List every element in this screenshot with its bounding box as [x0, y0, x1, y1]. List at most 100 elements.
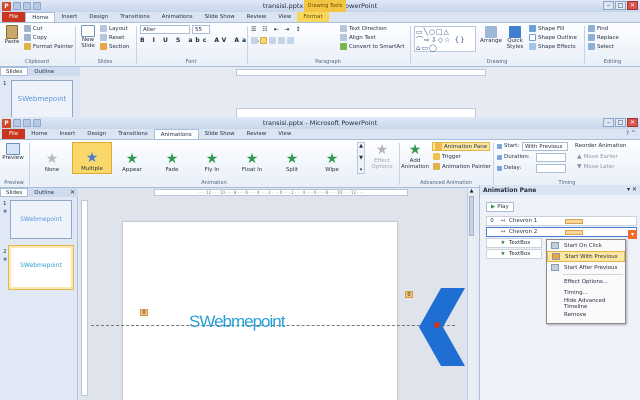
tab-file[interactable]: File — [2, 12, 26, 22]
menu-item-start-after-previous[interactable]: Start After Previous — [547, 262, 625, 273]
animation-pane-button[interactable]: Animation Pane — [432, 142, 491, 151]
effect-options-button[interactable]: ★ Effect Options — [368, 143, 396, 171]
quick-styles-button[interactable]: Quick Styles — [504, 26, 526, 50]
menu-item-hide-advanced-timeline[interactable]: Hide Advanced Timeline — [547, 298, 625, 310]
close-pane-icon[interactable]: ▾ ✕ — [627, 186, 637, 193]
columns-icon[interactable] — [287, 37, 294, 44]
font-name-select[interactable]: Aller — [140, 25, 190, 34]
copy-button[interactable]: Copy — [24, 34, 47, 41]
gallery-scroll[interactable]: ▲ ▼ ▾ — [357, 142, 365, 174]
maximize-icon[interactable]: □ — [615, 1, 626, 10]
animation-pane-item[interactable]: ↔ Chevron 2 — [486, 227, 637, 237]
new-slide-button[interactable]: New Slide — [78, 25, 98, 49]
item-dropdown-icon[interactable]: ▾ — [628, 230, 637, 239]
maximize-icon[interactable]: □ — [615, 118, 626, 127]
animation-option-float-in[interactable]: ★ Float In — [232, 142, 272, 174]
align-center-icon[interactable] — [260, 37, 267, 44]
tab-home[interactable]: Home — [25, 129, 53, 139]
tab-insert[interactable]: Insert — [53, 129, 81, 139]
move-earlier-button[interactable]: ▲ Move Earlier — [577, 153, 618, 160]
close-icon[interactable]: ✕ — [627, 118, 638, 127]
menu-item-start-with-previous[interactable]: Start With Previous — [547, 251, 625, 262]
animation-pane-item[interactable]: ★ TextBox — [486, 249, 542, 259]
tab-home[interactable]: Home — [25, 12, 56, 22]
menu-item-start-on-click[interactable]: Start On Click — [547, 240, 625, 251]
tab-review[interactable]: Review — [241, 12, 273, 22]
alignment-buttons[interactable] — [251, 37, 294, 44]
animation-pane-item[interactable]: 0 ↔ Chevron 1 — [486, 216, 637, 226]
font-format-buttons[interactable]: B I U S abc AV Aa A — [140, 37, 262, 44]
animation-option-appear[interactable]: ★ Appear — [112, 142, 152, 174]
align-text-button[interactable]: Align Text — [340, 34, 376, 41]
tab-slide-show[interactable]: Slide Show — [199, 12, 241, 22]
layout-button[interactable]: Layout — [100, 25, 128, 32]
tab-file[interactable]: File — [2, 129, 26, 139]
arrange-button[interactable]: Arrange — [480, 26, 502, 44]
tab-transitions[interactable]: Transitions — [114, 12, 155, 22]
tab-outline[interactable]: Outline — [29, 67, 59, 76]
tab-slides[interactable]: Slides — [0, 67, 29, 76]
tab-insert[interactable]: Insert — [55, 12, 83, 22]
animation-pane-item[interactable]: ★ TextBox — [486, 238, 542, 248]
select-button[interactable]: Select — [588, 43, 614, 50]
start-select[interactable]: With Previous — [522, 142, 568, 151]
chevron-shape[interactable] — [419, 288, 467, 366]
animation-option-fly-in[interactable]: ★ Fly In — [192, 142, 232, 174]
replace-button[interactable]: Replace — [588, 34, 619, 41]
slide-title-text[interactable]: SWebmepoint — [189, 312, 285, 332]
reset-button[interactable]: Reset — [100, 34, 124, 41]
animation-option-fade[interactable]: ★ Fade — [152, 142, 192, 174]
animation-option-split[interactable]: ★ Split — [272, 142, 312, 174]
shape-effects-button[interactable]: Shape Effects — [529, 43, 576, 50]
minimize-icon[interactable]: – — [603, 118, 614, 127]
delay-input[interactable] — [536, 164, 566, 173]
align-right-icon[interactable] — [269, 37, 276, 44]
slide-thumbnail-2-selected[interactable]: SWebmepoint — [8, 245, 74, 290]
animation-painter-button[interactable]: Animation Painter — [433, 163, 491, 170]
move-later-button[interactable]: ▼ Move Later — [577, 163, 614, 170]
align-left-icon[interactable] — [251, 37, 258, 44]
animation-tag[interactable]: 0 — [140, 309, 148, 316]
tab-design[interactable]: Design — [83, 12, 114, 22]
slide-thumbnail-1[interactable]: SWebmepoint — [10, 200, 72, 239]
tab-design[interactable]: Design — [81, 129, 112, 139]
shapes-gallery[interactable]: ▭╲○□△ ⌒⇨⇩◇☆ {}⌂▭◯ — [414, 26, 476, 52]
convert-smartart-button[interactable]: Convert to SmartArt — [340, 43, 405, 50]
format-painter-button[interactable]: Format Painter — [24, 43, 73, 50]
menu-item-timing[interactable]: Timing... — [547, 287, 625, 298]
slide-canvas[interactable] — [123, 222, 397, 400]
tab-view[interactable]: View — [272, 12, 297, 22]
tab-slide-show[interactable]: Slide Show — [199, 129, 241, 139]
close-pane-icon[interactable]: ✕ — [70, 188, 78, 197]
list-buttons[interactable]: ☰ ☷ ⇤ ⇥ ↕ — [251, 26, 302, 33]
shape-fill-button[interactable]: Shape Fill — [529, 25, 564, 32]
duration-input[interactable] — [536, 153, 566, 162]
animation-option-none[interactable]: ★ None — [32, 142, 72, 174]
cut-button[interactable]: Cut — [24, 25, 42, 32]
timeline-bar[interactable] — [565, 230, 583, 235]
section-button[interactable]: Section — [100, 43, 129, 50]
tab-review[interactable]: Review — [241, 129, 273, 139]
animation-option-multiple[interactable]: ★ Multiple — [72, 142, 112, 174]
tab-slides[interactable]: Slides — [0, 188, 29, 197]
minimize-icon[interactable]: – — [603, 1, 614, 10]
justify-icon[interactable] — [278, 37, 285, 44]
animation-tag[interactable]: 0 — [405, 291, 413, 298]
vertical-scrollbar[interactable]: ▲ — [467, 188, 475, 400]
shape-outline-button[interactable]: Shape Outline — [529, 34, 577, 41]
tab-animations[interactable]: Animations — [156, 12, 199, 22]
font-size-select[interactable]: 55 — [192, 25, 210, 34]
find-button[interactable]: Find — [588, 25, 608, 32]
tab-format[interactable]: Format — [297, 12, 329, 22]
menu-item-effect-options[interactable]: Effect Options... — [547, 276, 625, 287]
tab-animations[interactable]: Animations — [153, 129, 199, 139]
text-direction-button[interactable]: Text Direction — [340, 25, 387, 32]
paste-button[interactable]: Paste — [3, 25, 21, 45]
tab-view[interactable]: View — [272, 129, 297, 139]
slide-thumbnail[interactable]: SWebmepoint — [11, 80, 73, 118]
play-button[interactable]: ▶ Play — [486, 202, 514, 212]
close-icon[interactable]: ✕ — [627, 1, 638, 10]
timeline-bar[interactable] — [565, 219, 583, 224]
tab-outline[interactable]: Outline — [29, 188, 59, 197]
menu-item-remove[interactable]: Remove — [547, 309, 625, 320]
